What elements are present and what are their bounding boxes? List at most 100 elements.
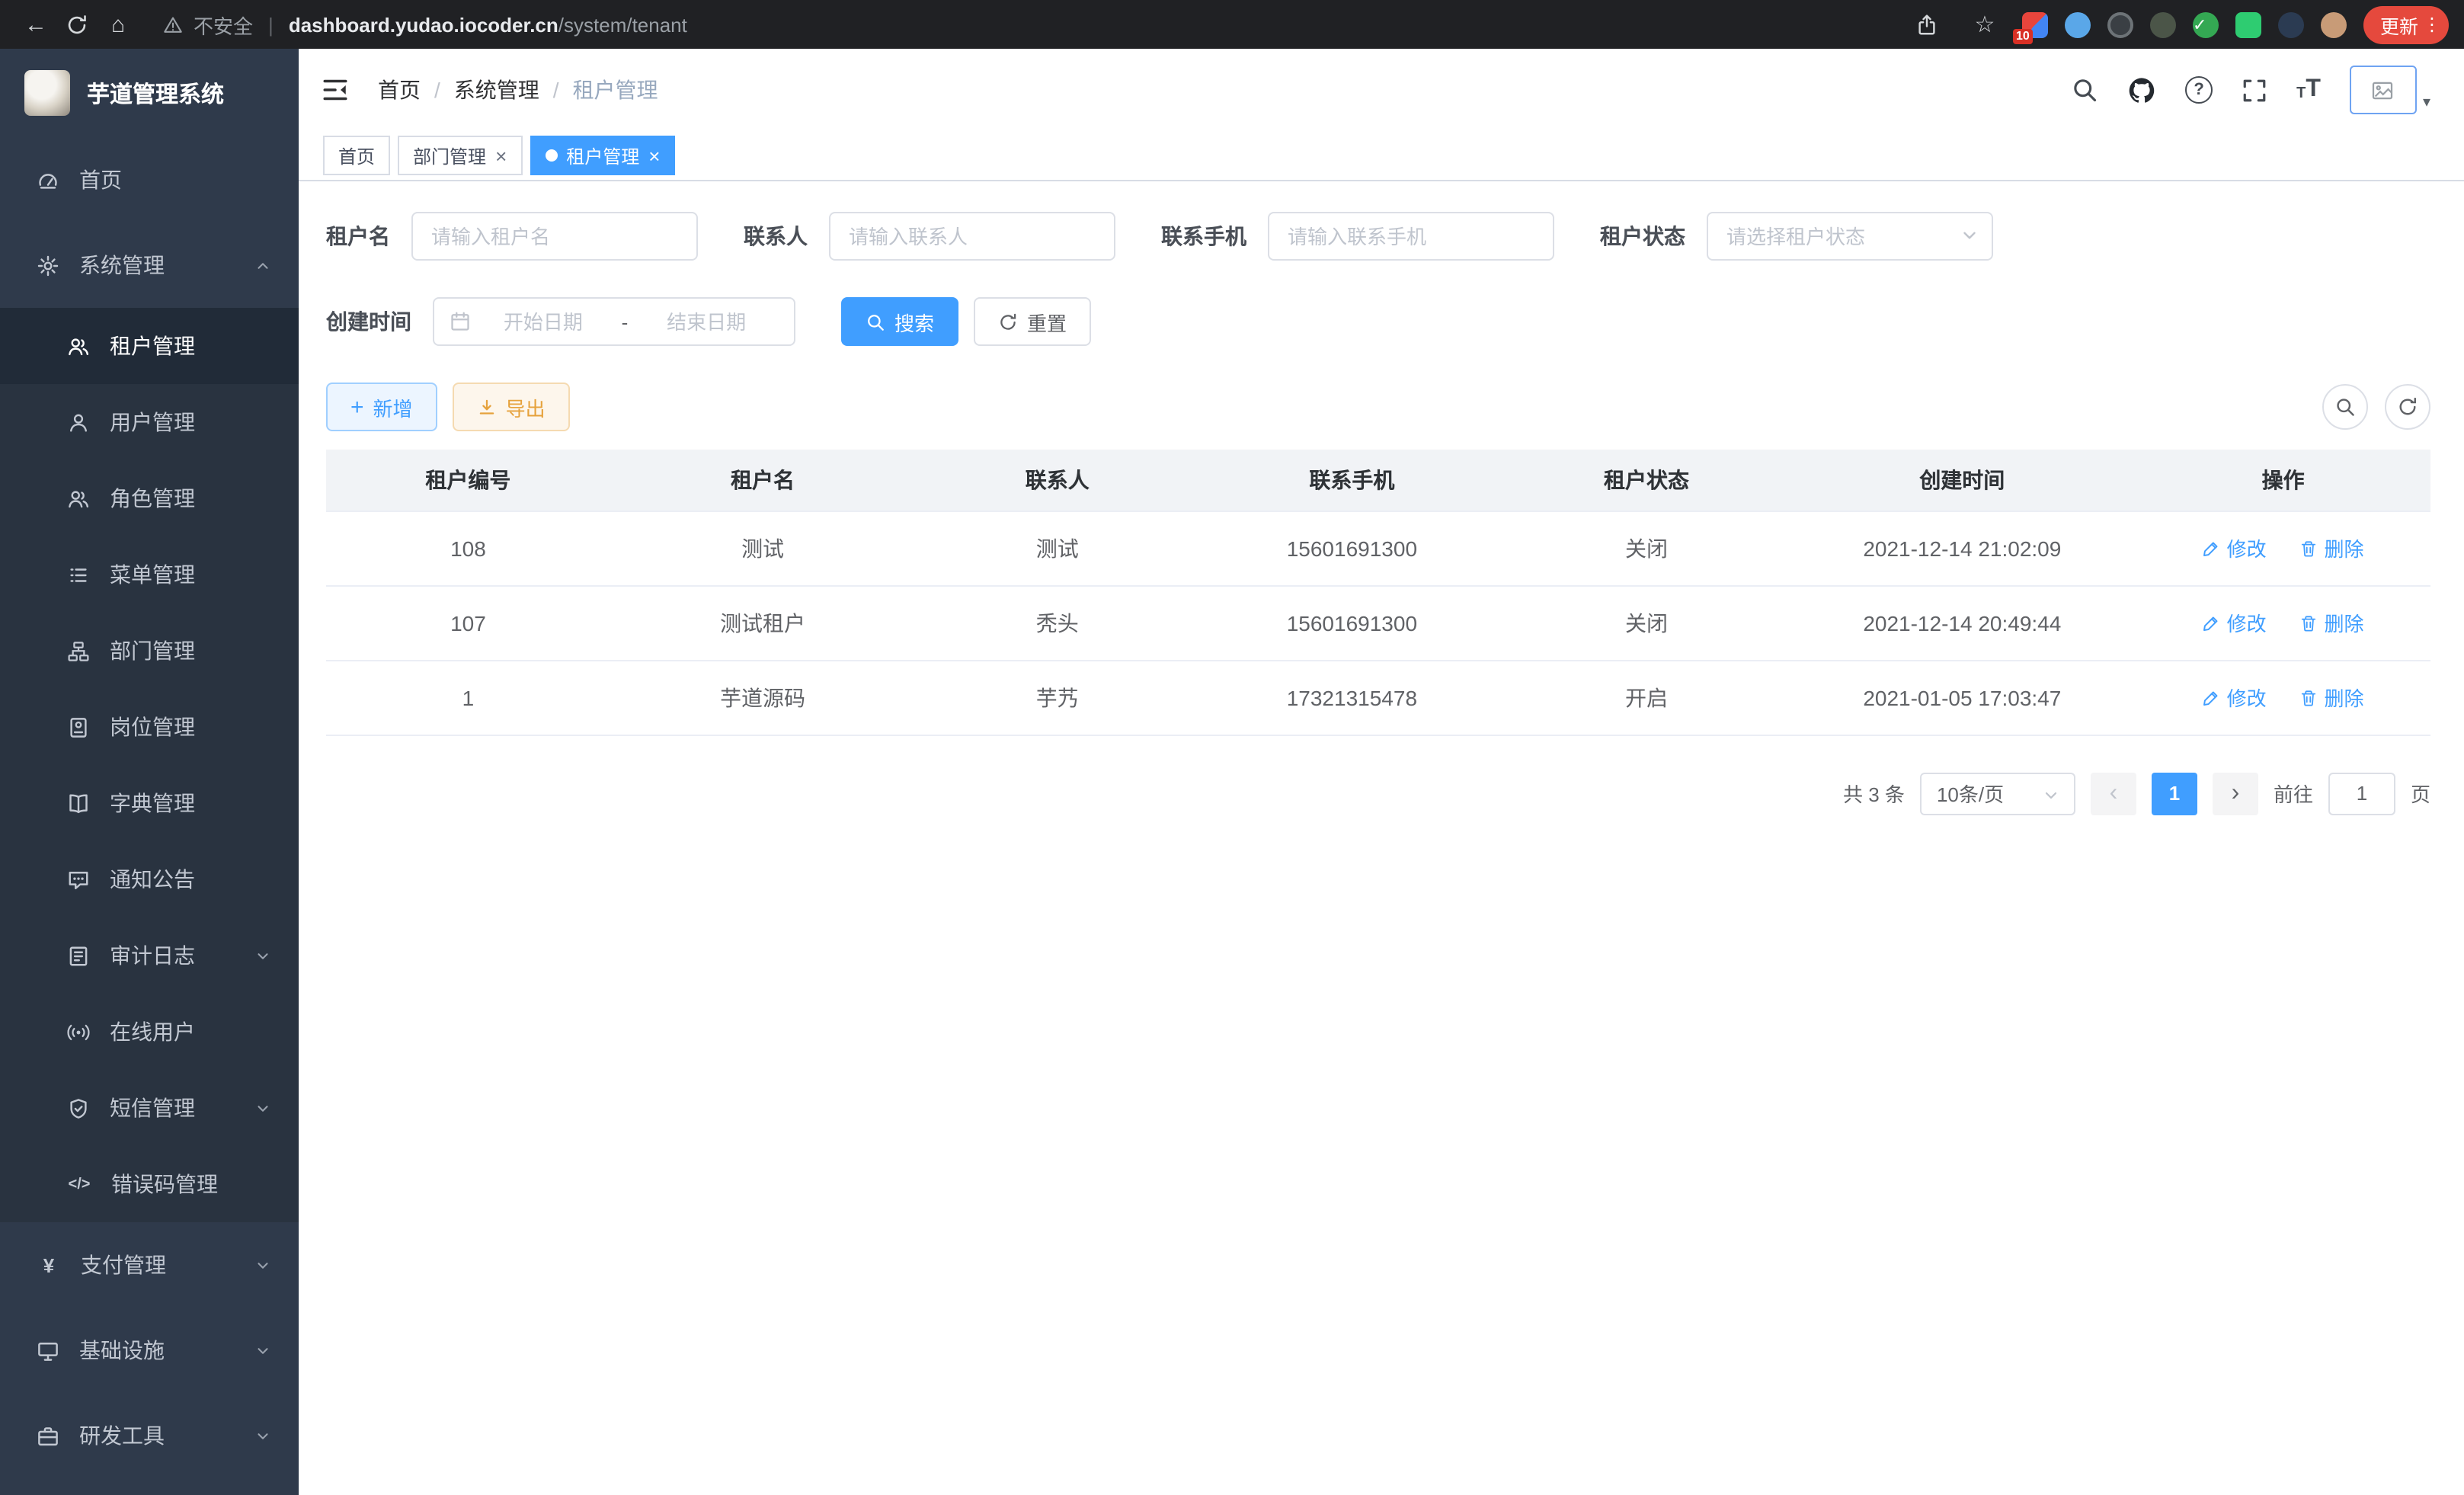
url-path: /system/tenant: [558, 13, 687, 36]
sidebar-item-online-user[interactable]: 在线用户: [0, 994, 299, 1070]
sidebar-item-sms[interactable]: 短信管理: [0, 1070, 299, 1146]
sidebar-item-menu[interactable]: 菜单管理: [0, 536, 299, 613]
sidebar-item-error-code[interactable]: </> 错误码管理: [0, 1146, 299, 1222]
sidebar-item-label: 通知公告: [110, 864, 195, 895]
table-row: 1 芋道源码 芋艿 17321315478 开启 2021-01-05 17:0…: [326, 660, 2430, 735]
bookmark-star-icon[interactable]: ☆: [1964, 5, 2005, 44]
sidebar-item-role[interactable]: 角色管理: [0, 460, 299, 536]
extension-icon-2[interactable]: [2065, 11, 2091, 37]
close-icon[interactable]: ×: [495, 146, 507, 165]
sidebar-item-audit-log[interactable]: 审计日志: [0, 917, 299, 994]
contact-input[interactable]: [829, 212, 1115, 261]
delete-link[interactable]: 删除: [2299, 608, 2363, 637]
sidebar-item-payment[interactable]: ¥ 支付管理: [0, 1222, 299, 1308]
user-avatar-dropdown[interactable]: ▾: [2350, 66, 2430, 114]
pagination: 共 3 条 10条/页 ‹ 1 › 前往 页: [326, 772, 2430, 815]
status-select[interactable]: [1707, 212, 1993, 261]
sidebar-item-label: 在线用户: [110, 1016, 195, 1047]
add-button[interactable]: + 新增: [326, 383, 437, 431]
export-button[interactable]: 导出: [453, 383, 570, 431]
date-start-input[interactable]: [471, 310, 616, 333]
cell-tenant-id: 1: [326, 660, 610, 735]
date-range-picker[interactable]: -: [433, 297, 795, 346]
browser-update-button[interactable]: 更新 ⋮: [2363, 5, 2449, 43]
prev-page-button[interactable]: ‹: [2091, 772, 2136, 815]
sidebar-item-home[interactable]: 首页: [0, 137, 299, 222]
browser-refresh-button[interactable]: [56, 5, 98, 44]
edit-link[interactable]: 修改: [2203, 533, 2267, 562]
extension-icon-6[interactable]: [2235, 11, 2261, 37]
help-icon[interactable]: ?: [2185, 76, 2213, 104]
next-page-button[interactable]: ›: [2213, 772, 2258, 815]
breadcrumb-separator: /: [553, 78, 559, 102]
profile-avatar[interactable]: [2321, 11, 2347, 37]
cell-created: 2021-01-05 17:03:47: [1788, 660, 2136, 735]
sidebar-item-dict[interactable]: 字典管理: [0, 765, 299, 841]
font-size-icon[interactable]: TT: [2296, 78, 2321, 102]
sidebar-item-post[interactable]: 岗位管理: [0, 689, 299, 765]
mobile-input[interactable]: [1268, 212, 1554, 261]
edit-link[interactable]: 修改: [2203, 683, 2267, 712]
edit-link[interactable]: 修改: [2203, 608, 2267, 637]
address-bar[interactable]: 不安全 | dashboard.yudao.iocoder.cn/system/…: [163, 10, 1891, 39]
status-select-input[interactable]: [1707, 212, 1993, 261]
page-number-1[interactable]: 1: [2152, 772, 2197, 815]
toggle-search-button[interactable]: [2322, 384, 2368, 430]
delete-link[interactable]: 删除: [2299, 683, 2363, 712]
header-search-icon[interactable]: [2071, 76, 2098, 104]
calendar-icon: [450, 311, 471, 332]
refresh-icon: [998, 312, 1018, 331]
page-size-select[interactable]: 10条/页: [1920, 772, 2075, 815]
edit-icon: [2203, 613, 2221, 632]
delete-link[interactable]: 删除: [2299, 533, 2363, 562]
cell-created: 2021-12-14 21:02:09: [1788, 511, 2136, 585]
search-button[interactable]: 搜索: [841, 297, 958, 346]
col-tenant-name: 租户名: [610, 450, 915, 511]
filter-status: 租户状态: [1600, 212, 1993, 261]
roles-icon: [67, 487, 90, 510]
sidebar-item-system[interactable]: 系统管理: [0, 222, 299, 308]
sidebar-item-tenant[interactable]: 租户管理: [0, 308, 299, 384]
sidebar-item-notice[interactable]: 通知公告: [0, 841, 299, 917]
share-icon[interactable]: [1906, 5, 1947, 44]
trash-icon: [2299, 688, 2318, 706]
col-contact: 联系人: [915, 450, 1199, 511]
browser-home-button[interactable]: ⌂: [98, 5, 139, 44]
goto-page-input[interactable]: [2328, 772, 2395, 815]
sidebar-item-devtools[interactable]: 研发工具: [0, 1393, 299, 1478]
breadcrumb-home[interactable]: 首页: [378, 75, 421, 105]
extension-icon-4[interactable]: [2150, 11, 2176, 37]
warning-icon: [163, 14, 183, 34]
sidebar-item-infra[interactable]: 基础设施: [0, 1308, 299, 1393]
sidebar-item-user[interactable]: 用户管理: [0, 384, 299, 460]
date-end-input[interactable]: [634, 310, 779, 333]
user-icon: [67, 411, 90, 434]
tab-tenant[interactable]: 租户管理 ×: [530, 136, 675, 175]
tab-dept[interactable]: 部门管理 ×: [398, 136, 522, 175]
sidebar-fold-icon[interactable]: [320, 75, 350, 105]
cell-tenant-name: 测试: [610, 511, 915, 585]
extension-icon-5[interactable]: ✓: [2193, 11, 2219, 37]
browser-back-button[interactable]: ←: [15, 5, 56, 44]
extension-icon-1[interactable]: 10: [2022, 11, 2048, 37]
extension-icon-3[interactable]: [2107, 11, 2133, 37]
sidebar-logo[interactable]: 芋道管理系统: [0, 49, 299, 137]
github-icon[interactable]: [2127, 75, 2156, 104]
breadcrumb-system[interactable]: 系统管理: [454, 75, 539, 105]
book-icon: [67, 792, 90, 815]
browser-menu-icon: ⋮: [2423, 14, 2441, 35]
url-host: dashboard.yudao.iocoder.cn: [289, 13, 558, 36]
field-label: 联系手机: [1161, 221, 1246, 251]
cell-tenant-name: 芋道源码: [610, 660, 915, 735]
tab-home[interactable]: 首页: [323, 136, 390, 175]
fullscreen-icon[interactable]: [2242, 77, 2267, 103]
sidebar-item-dept[interactable]: 部门管理: [0, 613, 299, 689]
extension-icon-7[interactable]: [2278, 11, 2304, 37]
close-icon[interactable]: ×: [648, 146, 660, 165]
gear-icon: [37, 254, 59, 277]
refresh-table-button[interactable]: [2385, 384, 2430, 430]
reset-button[interactable]: 重置: [974, 297, 1091, 346]
sidebar-item-label: 错误码管理: [111, 1169, 218, 1199]
tenant-name-input[interactable]: [411, 212, 698, 261]
sidebar-item-label: 菜单管理: [110, 559, 195, 590]
